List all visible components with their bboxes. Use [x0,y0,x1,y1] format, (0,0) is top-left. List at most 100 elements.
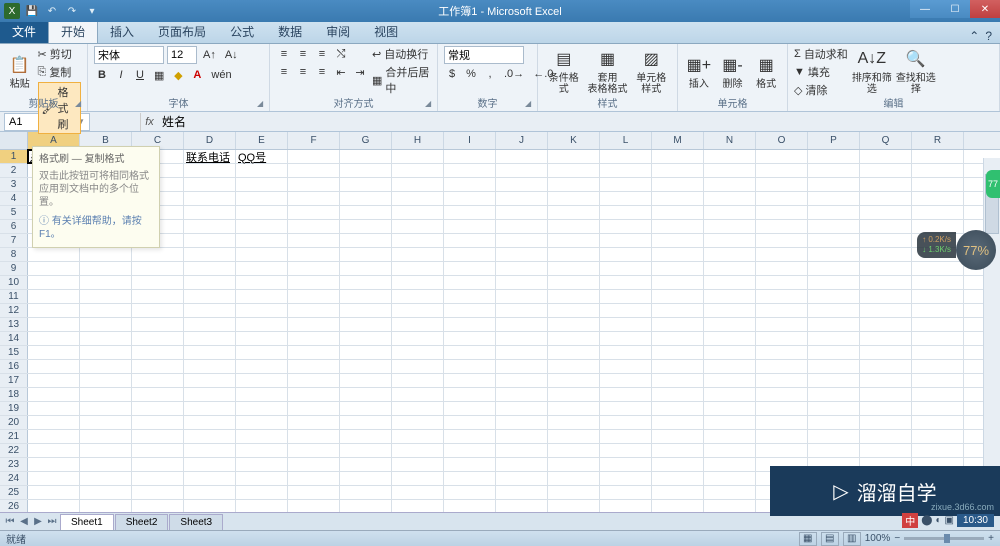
cell[interactable] [340,290,392,303]
cell[interactable] [288,178,340,191]
cell[interactable] [860,430,912,443]
cell[interactable] [444,332,496,345]
cell[interactable] [80,360,132,373]
tray-icon[interactable]: ▣ [945,515,954,526]
cell[interactable] [184,276,236,289]
cell[interactable] [236,164,288,177]
cell[interactable] [600,486,652,499]
format-cells-button[interactable]: ▦格式 [751,46,781,96]
percent-button[interactable]: % [463,66,479,82]
cell[interactable] [236,276,288,289]
cell[interactable] [444,192,496,205]
cell[interactable] [80,458,132,471]
cell[interactable] [288,346,340,359]
cell[interactable] [80,304,132,317]
cell[interactable] [808,416,860,429]
align-right-button[interactable]: ≡ [314,64,330,80]
cell[interactable] [288,304,340,317]
cell[interactable] [756,360,808,373]
cell[interactable] [184,318,236,331]
cell[interactable] [652,318,704,331]
view-pagebreak-button[interactable]: ▥ [843,532,861,546]
minimize-ribbon-icon[interactable]: ⌃ [969,29,979,43]
cell[interactable] [496,402,548,415]
cell[interactable] [652,360,704,373]
cell[interactable] [600,234,652,247]
cell[interactable] [132,444,184,457]
cell[interactable] [392,458,444,471]
cell[interactable] [756,374,808,387]
conditional-format-button[interactable]: ▤条件格式 [544,46,584,96]
cell[interactable] [132,290,184,303]
indent-inc-button[interactable]: ⇥ [352,64,368,80]
tab-file[interactable]: 文件 [0,20,48,43]
align-top-button[interactable]: ≡ [276,46,292,62]
cell[interactable] [652,220,704,233]
cell[interactable] [340,248,392,261]
cell[interactable] [652,248,704,261]
cell[interactable] [912,276,964,289]
cell[interactable] [496,416,548,429]
cell[interactable] [28,388,80,401]
cell[interactable] [80,346,132,359]
cell[interactable] [912,164,964,177]
cell[interactable] [808,248,860,261]
font-color-button[interactable]: A [189,67,205,83]
col-header-R[interactable]: R [912,132,964,149]
cell[interactable] [860,374,912,387]
insert-cells-button[interactable]: ▦+插入 [684,46,714,96]
cell[interactable] [236,192,288,205]
cell[interactable] [444,262,496,275]
cell[interactable] [704,276,756,289]
font-dialog-launcher[interactable]: ◢ [257,99,267,109]
cell[interactable] [392,248,444,261]
cell[interactable] [600,388,652,401]
cell[interactable] [860,360,912,373]
col-header-P[interactable]: P [808,132,860,149]
cell[interactable] [548,444,600,457]
cell[interactable] [600,220,652,233]
row-header[interactable]: 21 [0,430,28,443]
copy-button[interactable]: ⎘复制 [38,64,82,80]
cell[interactable] [444,430,496,443]
cell[interactable] [392,402,444,415]
vertical-scrollbar[interactable] [983,158,1000,512]
cell[interactable] [288,248,340,261]
currency-button[interactable]: $ [444,66,460,82]
cell[interactable] [340,430,392,443]
cell[interactable] [912,192,964,205]
cell[interactable] [132,374,184,387]
italic-button[interactable]: I [113,67,129,83]
fill-color-button[interactable]: ◆ [170,67,186,83]
cell[interactable] [28,346,80,359]
cell[interactable] [80,416,132,429]
cell[interactable] [392,346,444,359]
cell[interactable] [444,206,496,219]
cell[interactable] [184,430,236,443]
cell[interactable] [444,318,496,331]
cell[interactable] [340,472,392,485]
row-header[interactable]: 20 [0,416,28,429]
cell[interactable] [496,192,548,205]
cell[interactable] [80,276,132,289]
cell[interactable] [392,220,444,233]
cell[interactable] [600,360,652,373]
cell[interactable] [756,318,808,331]
cell[interactable] [808,234,860,247]
cell[interactable] [548,374,600,387]
cell[interactable] [860,416,912,429]
zoom-out-button[interactable]: − [894,533,900,544]
row-header[interactable]: 5 [0,206,28,219]
cell[interactable] [756,178,808,191]
format-table-button[interactable]: ▦套用 表格格式 [588,46,628,96]
cell[interactable] [80,248,132,261]
cell[interactable] [808,402,860,415]
cell[interactable] [652,206,704,219]
sheet-tab[interactable]: Sheet2 [115,514,169,530]
cell[interactable] [288,332,340,345]
cell[interactable] [184,178,236,191]
cell[interactable] [444,374,496,387]
cell[interactable] [652,430,704,443]
cell[interactable] [288,486,340,499]
cell[interactable] [704,430,756,443]
